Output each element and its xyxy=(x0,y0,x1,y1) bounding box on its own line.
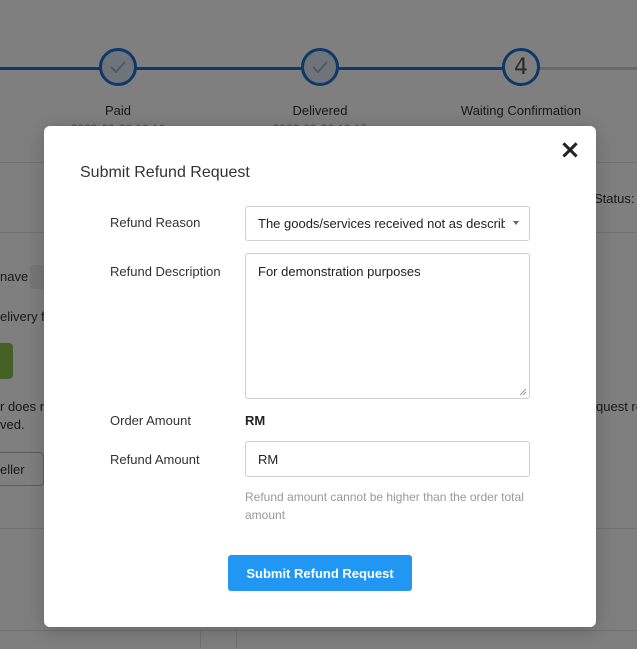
refund-description-label: Refund Description xyxy=(110,264,221,279)
resize-handle-icon[interactable] xyxy=(519,388,527,396)
refund-reason-value: The goods/services received not as descr… xyxy=(258,216,505,231)
refund-amount-input[interactable]: RM xyxy=(245,441,530,477)
refund-request-dialog: × Submit Refund Request Refund Reason Th… xyxy=(44,126,596,627)
submit-refund-button[interactable]: Submit Refund Request xyxy=(228,555,412,591)
refund-reason-select[interactable]: The goods/services received not as descr… xyxy=(245,206,530,241)
refund-amount-value: RM xyxy=(258,451,279,467)
order-amount-label: Order Amount xyxy=(110,413,191,428)
chevron-down-icon xyxy=(513,221,519,225)
refund-amount-label: Refund Amount xyxy=(110,452,200,467)
close-icon[interactable]: × xyxy=(558,137,582,163)
refund-description-textarea[interactable]: For demonstration purposes xyxy=(245,253,530,399)
refund-description-value: For demonstration purposes xyxy=(258,264,421,279)
order-amount-value: RM xyxy=(245,413,266,428)
refund-amount-hint: Refund amount cannot be higher than the … xyxy=(245,490,524,522)
dialog-title: Submit Refund Request xyxy=(80,164,250,181)
refund-reason-label: Refund Reason xyxy=(110,215,201,230)
